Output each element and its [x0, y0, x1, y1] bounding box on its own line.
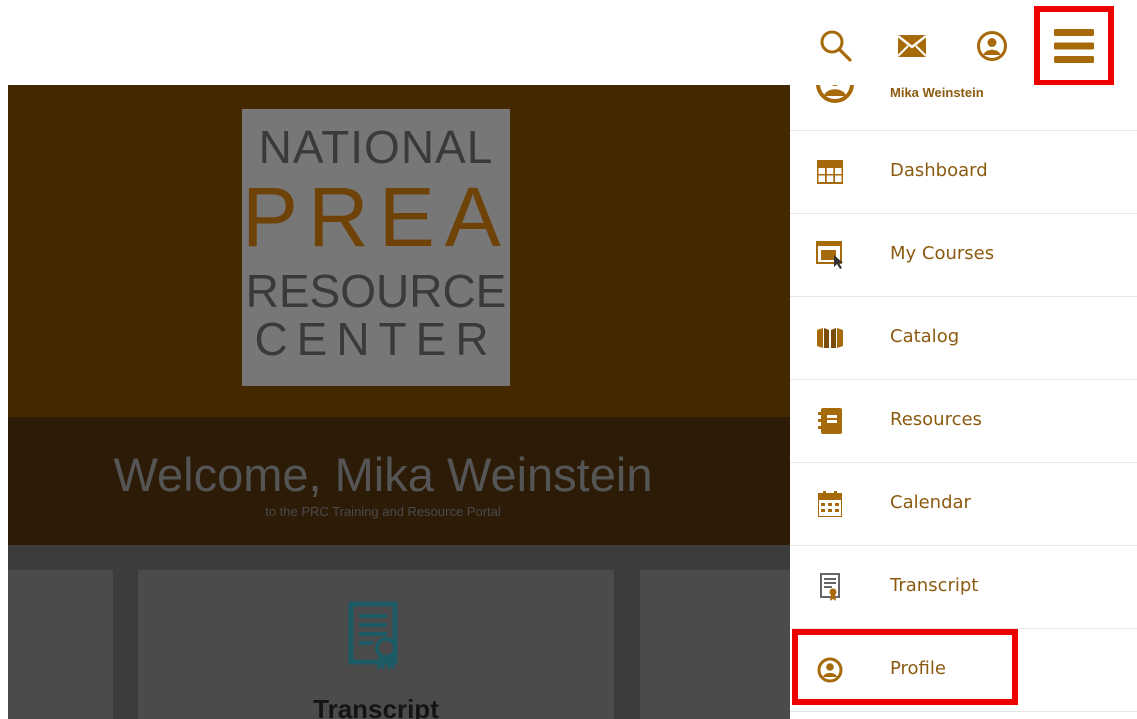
menu-item-label: Calendar [890, 492, 971, 513]
hero-upper: NATIONAL PREA RESOURCE CENTER [8, 85, 790, 417]
menu-item-label: My Courses [890, 243, 995, 264]
menu-item-calendar[interactable]: Calendar [790, 463, 1137, 546]
avatar [816, 85, 854, 103]
menu-item-label: Dashboard [890, 160, 988, 181]
hero-banner: NATIONAL PREA RESOURCE CENTER Welcome, M… [8, 85, 790, 545]
transcript-icon [816, 573, 844, 601]
dashboard-icon [816, 158, 844, 186]
menu-item-profile[interactable]: Profile [790, 629, 1137, 712]
menu-item-label: Transcript [890, 575, 979, 596]
dashboard-cards-area: Transcript [8, 545, 790, 719]
menu-item-transcript[interactable]: Transcript [790, 546, 1137, 629]
calendar-icon [816, 490, 844, 518]
top-header [0, 0, 1137, 86]
resources-icon [816, 407, 844, 435]
menu-user-header[interactable]: Mika Weinstein [790, 85, 1137, 131]
welcome-title: Welcome, Mika Weinstein [113, 448, 653, 501]
side-menu: Mika Weinstein Dashboard My Courses Cata… [790, 85, 1137, 719]
menu-item-my-courses[interactable]: My Courses [790, 214, 1137, 297]
dashboard-card[interactable] [8, 570, 113, 719]
prea-logo: NATIONAL PREA RESOURCE CENTER [242, 109, 510, 386]
welcome-subtitle: to the PRC Training and Resource Portal [265, 504, 501, 519]
account-icon[interactable] [972, 26, 1012, 66]
transcript-card-label: Transcript [313, 694, 439, 719]
menu-item-label: Profile [890, 658, 946, 679]
transcript-card[interactable]: Transcript [138, 570, 614, 719]
mail-icon[interactable] [892, 26, 932, 66]
certificate-icon [348, 601, 410, 673]
hamburger-menu-icon[interactable] [1052, 24, 1096, 68]
menu-item-label: Resources [890, 409, 982, 430]
menu-user-name: Mika Weinstein [890, 85, 984, 100]
welcome-band: Welcome, Mika Weinstein to the PRC Train… [8, 417, 790, 545]
search-icon[interactable] [816, 26, 856, 66]
logo-line-2: PREA [242, 170, 511, 264]
menu-item-resources[interactable]: Resources [790, 380, 1137, 463]
my-courses-icon [816, 241, 844, 269]
profile-icon [816, 656, 844, 684]
dashboard-card[interactable] [640, 570, 790, 719]
catalog-icon [816, 324, 844, 352]
logo-line-3: RESOURCE [245, 265, 507, 317]
menu-item-label: Catalog [890, 326, 960, 347]
logo-line-1: NATIONAL [258, 121, 494, 173]
logo-line-4: CENTER [254, 313, 498, 365]
menu-item-catalog[interactable]: Catalog [790, 297, 1137, 380]
menu-item-dashboard[interactable]: Dashboard [790, 131, 1137, 214]
